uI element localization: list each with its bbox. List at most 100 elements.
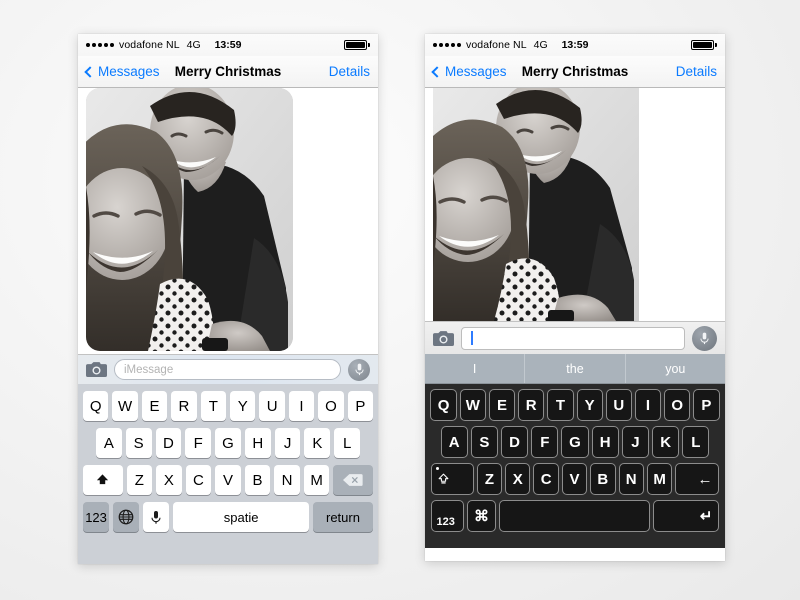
- key-b[interactable]: B: [244, 465, 271, 495]
- key-p[interactable]: P: [693, 389, 720, 421]
- spacebar-key[interactable]: spatie: [173, 502, 309, 532]
- key-h[interactable]: H: [244, 428, 271, 458]
- key-o[interactable]: O: [318, 391, 344, 421]
- photo-message-bubble[interactable]: [433, 88, 639, 321]
- keyboard-row-3: Z X C V B N M: [81, 465, 375, 495]
- key-u[interactable]: U: [259, 391, 285, 421]
- key-d[interactable]: D: [155, 428, 182, 458]
- camera-icon[interactable]: [433, 330, 454, 347]
- key-n[interactable]: N: [274, 465, 300, 495]
- key-j[interactable]: J: [621, 426, 650, 458]
- key-n[interactable]: N: [618, 463, 644, 495]
- key-a[interactable]: A: [95, 428, 122, 458]
- microphone-icon: [700, 332, 709, 344]
- imessage-input[interactable]: iMessage: [114, 359, 341, 380]
- dictation-key[interactable]: [143, 502, 170, 532]
- key-m[interactable]: M: [646, 463, 673, 495]
- back-to-messages-button[interactable]: Messages: [84, 64, 160, 79]
- backspace-key[interactable]: [333, 465, 374, 495]
- numbers-key[interactable]: 123: [83, 502, 110, 532]
- details-button[interactable]: Details: [329, 64, 370, 79]
- key-q[interactable]: Q: [430, 389, 457, 421]
- key-y[interactable]: Y: [576, 389, 603, 421]
- dictation-button[interactable]: [348, 358, 370, 381]
- key-e[interactable]: E: [488, 389, 516, 421]
- key-k[interactable]: K: [652, 426, 680, 458]
- key-r[interactable]: R: [518, 389, 545, 421]
- navigation-bar: Messages Merry Christmas Details: [425, 56, 725, 88]
- key-e[interactable]: E: [141, 391, 168, 421]
- key-s[interactable]: S: [125, 428, 152, 458]
- key-h[interactable]: H: [591, 426, 619, 458]
- key-p[interactable]: P: [347, 391, 374, 421]
- key-g[interactable]: G: [561, 426, 589, 458]
- chevron-left-icon: [431, 65, 443, 78]
- message-input-bar: [425, 321, 725, 354]
- key-l[interactable]: L: [334, 428, 361, 458]
- key-k[interactable]: K: [304, 428, 331, 458]
- keyboard-row-2: A S D F G H J K L: [429, 426, 721, 458]
- backspace-delete-icon: [343, 474, 363, 486]
- suggestion-1[interactable]: I: [425, 354, 524, 383]
- shift-key[interactable]: [83, 465, 123, 495]
- dictation-button[interactable]: [692, 325, 717, 351]
- spacebar-key[interactable]: [498, 500, 650, 532]
- return-key[interactable]: return: [312, 502, 373, 532]
- carrier-label: vodafone NL: [466, 39, 527, 51]
- keyboard-row-1: Q W E R T Y U I O P: [429, 389, 721, 421]
- key-t[interactable]: T: [547, 389, 574, 421]
- key-r[interactable]: R: [171, 391, 197, 421]
- key-b[interactable]: B: [590, 463, 616, 495]
- details-button[interactable]: Details: [676, 64, 717, 79]
- key-x[interactable]: X: [156, 465, 182, 495]
- key-o[interactable]: O: [664, 389, 691, 421]
- imessage-placeholder: iMessage: [124, 363, 174, 376]
- key-z[interactable]: Z: [126, 465, 153, 495]
- network-type-label: 4G: [186, 39, 201, 51]
- numbers-key[interactable]: 123: [430, 500, 465, 532]
- key-d[interactable]: D: [500, 426, 529, 458]
- imessage-input[interactable]: [461, 326, 685, 350]
- key-w[interactable]: W: [459, 389, 486, 421]
- battery-full-icon: [344, 40, 370, 50]
- key-j[interactable]: J: [274, 428, 301, 458]
- key-g[interactable]: G: [215, 428, 241, 458]
- key-y[interactable]: Y: [230, 391, 256, 421]
- back-label: Messages: [445, 64, 507, 79]
- status-bar: vodafone NL 4G 13:59: [78, 34, 378, 56]
- photo-attachment-image: [433, 88, 639, 321]
- phone-screen-left: vodafone NL 4G 13:59 Messages Merry Chri…: [78, 34, 378, 564]
- key-z[interactable]: Z: [476, 463, 503, 495]
- key-t[interactable]: T: [200, 391, 226, 421]
- language-globe-key[interactable]: [113, 502, 140, 532]
- backspace-key[interactable]: ←: [675, 463, 720, 495]
- key-u[interactable]: U: [605, 389, 632, 421]
- key-s[interactable]: S: [470, 426, 498, 458]
- key-i[interactable]: I: [288, 391, 315, 421]
- key-c[interactable]: C: [533, 463, 559, 495]
- conversation-area: [78, 88, 378, 354]
- key-l[interactable]: L: [682, 426, 710, 458]
- signal-strength-icon: [433, 43, 461, 47]
- key-a[interactable]: A: [440, 426, 468, 458]
- return-key[interactable]: ↵: [652, 500, 720, 532]
- key-c[interactable]: C: [185, 465, 212, 495]
- shift-key[interactable]: [430, 463, 474, 495]
- suggestion-2[interactable]: the: [524, 354, 624, 383]
- back-to-messages-button[interactable]: Messages: [431, 64, 507, 79]
- suggestion-3[interactable]: you: [624, 354, 725, 383]
- key-v[interactable]: V: [215, 465, 241, 495]
- key-f[interactable]: F: [531, 426, 559, 458]
- keyboard-light: Q W E R T Y U I O P A S D F G H J K L Z …: [78, 384, 378, 564]
- key-m[interactable]: M: [303, 465, 330, 495]
- key-v[interactable]: V: [561, 463, 588, 495]
- key-f[interactable]: F: [185, 428, 212, 458]
- camera-icon[interactable]: [86, 361, 107, 378]
- key-x[interactable]: X: [505, 463, 531, 495]
- key-i[interactable]: I: [634, 389, 662, 421]
- key-q[interactable]: Q: [82, 391, 109, 421]
- command-key[interactable]: ⌘: [467, 500, 496, 532]
- keyboard-row-4: 123 spatie return: [81, 502, 375, 532]
- photo-message-bubble[interactable]: [86, 88, 293, 351]
- key-w[interactable]: W: [112, 391, 138, 421]
